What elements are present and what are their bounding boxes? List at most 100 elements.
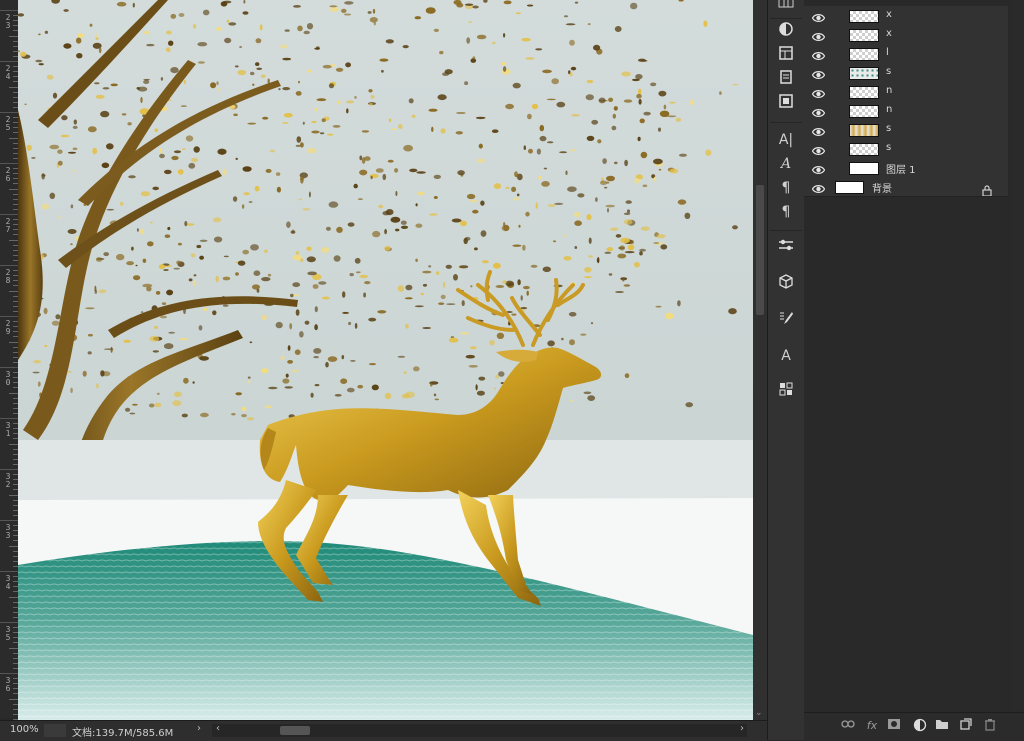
leaf-speck [319, 132, 325, 135]
brush-settings-icon[interactable] [776, 238, 796, 258]
ruler-minor-tick [9, 647, 18, 649]
layer-row[interactable]: s [804, 139, 1008, 159]
layer-name[interactable]: x [886, 9, 892, 20]
canvas-vertical-scrollbar[interactable]: ⌄ [753, 0, 767, 720]
leaf-speck [569, 39, 575, 46]
visibility-eye-icon[interactable] [811, 104, 826, 117]
leaf-speck [414, 16, 422, 20]
layer-thumbnail[interactable] [849, 105, 879, 118]
layer-thumbnail[interactable] [835, 181, 864, 194]
new-group-icon[interactable] [934, 718, 950, 734]
leaf-speck [160, 315, 167, 319]
visibility-eye-icon[interactable] [811, 9, 826, 22]
leaf-speck [446, 303, 456, 305]
document-canvas[interactable] [18, 0, 753, 720]
layer-row[interactable]: l [804, 44, 1008, 64]
layer-thumbnail[interactable] [849, 124, 879, 137]
layer-name[interactable]: n [886, 104, 892, 115]
layer-thumbnail[interactable] [849, 86, 879, 99]
character-styles-icon[interactable]: A [776, 346, 796, 366]
layer-thumbnail[interactable] [849, 29, 879, 42]
layer-name[interactable]: x [886, 28, 892, 39]
leaf-speck [465, 354, 475, 359]
leaf-speck [476, 158, 485, 163]
layer-name[interactable]: 背景 [872, 180, 892, 195]
link-layers-icon[interactable] [840, 718, 856, 734]
layer-row[interactable]: 图层 1 [804, 158, 1008, 178]
glyphs-icon[interactable]: A [776, 154, 796, 174]
leaf-speck [33, 360, 42, 364]
visibility-eye-icon[interactable] [811, 28, 826, 41]
scroll-left-arrow-icon[interactable]: ‹ [216, 723, 220, 734]
leaf-speck [85, 307, 95, 310]
layer-row[interactable]: 背景 [804, 177, 1008, 197]
zoom-level[interactable]: 100% [10, 724, 39, 735]
paragraph-styles-icon[interactable]: ¶ [776, 178, 796, 198]
properties-icon[interactable] [776, 46, 796, 66]
status-menu-arrow-icon[interactable]: › [197, 723, 201, 734]
visibility-eye-icon[interactable] [811, 47, 826, 60]
layer-name[interactable]: s [886, 123, 891, 134]
leaf-speck [199, 356, 210, 361]
layer-thumbnail[interactable] [849, 67, 879, 80]
visibility-eye-icon[interactable] [811, 142, 826, 155]
leaf-speck [535, 48, 543, 51]
character-icon[interactable]: A| [776, 130, 796, 150]
layer-row[interactable]: s [804, 63, 1008, 83]
layer-name[interactable]: s [886, 66, 891, 77]
visibility-eye-icon[interactable] [811, 85, 826, 98]
visibility-eye-icon[interactable] [811, 66, 826, 79]
new-layer-icon[interactable] [958, 718, 974, 734]
3d-icon[interactable] [776, 274, 796, 294]
leaf-speck [403, 144, 413, 152]
layer-row[interactable]: n [804, 82, 1008, 102]
brushes-icon[interactable] [776, 310, 796, 330]
adjustments-icon[interactable] [776, 22, 796, 42]
leaf-speck [140, 96, 143, 104]
leaf-speck [460, 332, 470, 335]
adjustment-layer-icon[interactable] [912, 718, 928, 734]
layer-thumbnail[interactable] [849, 143, 879, 156]
leaf-speck [283, 113, 293, 118]
layer-row[interactable]: s [804, 120, 1008, 140]
fx-icon[interactable]: fx [864, 718, 880, 734]
layer-thumbnail[interactable] [849, 162, 879, 175]
leaf-speck [314, 306, 318, 313]
paragraph-icon[interactable]: ¶ [776, 202, 796, 222]
layer-name[interactable]: l [886, 47, 889, 58]
notes-icon[interactable] [776, 70, 796, 90]
layer-row[interactable]: x [804, 25, 1008, 45]
leaf-speck [623, 284, 631, 287]
navigator-icon[interactable] [776, 94, 796, 114]
layer-name[interactable]: s [886, 142, 891, 153]
visibility-eye-icon[interactable] [811, 180, 826, 193]
horizontal-scrollbar-thumb[interactable] [280, 726, 310, 735]
leaf-speck [340, 378, 348, 385]
layer-name[interactable]: 图层 1 [886, 161, 916, 176]
lock-icon[interactable] [982, 181, 992, 197]
document-size-info[interactable]: 文档:139.7M/585.6M [72, 724, 173, 739]
scroll-down-arrow-icon[interactable]: ⌄ [755, 708, 763, 718]
libraries-icon[interactable] [776, 382, 796, 402]
leaf-speck [103, 252, 109, 257]
layer-thumbnail[interactable] [849, 10, 879, 23]
visibility-eye-icon[interactable] [811, 123, 826, 136]
visibility-eye-icon[interactable] [811, 161, 826, 174]
layer-name[interactable]: n [886, 85, 892, 96]
leaf-speck [520, 295, 523, 301]
leaf-speck [517, 279, 521, 286]
leaf-speck [382, 173, 387, 181]
layer-row[interactable]: x [804, 6, 1008, 26]
layer-row[interactable]: n [804, 101, 1008, 121]
leaf-speck [511, 186, 517, 192]
add-mask-icon[interactable] [886, 718, 902, 734]
delete-layer-icon[interactable] [982, 718, 998, 734]
scroll-right-arrow-icon[interactable]: › [740, 723, 744, 734]
layers-scrollbar[interactable] [1013, 0, 1024, 710]
layer-thumbnail[interactable] [849, 48, 879, 61]
leaf-speck [588, 237, 592, 244]
leaf-speck [143, 80, 150, 84]
leaf-speck [104, 348, 114, 351]
scrollbar-thumb[interactable] [756, 185, 764, 315]
grid-icon[interactable] [776, 0, 796, 14]
